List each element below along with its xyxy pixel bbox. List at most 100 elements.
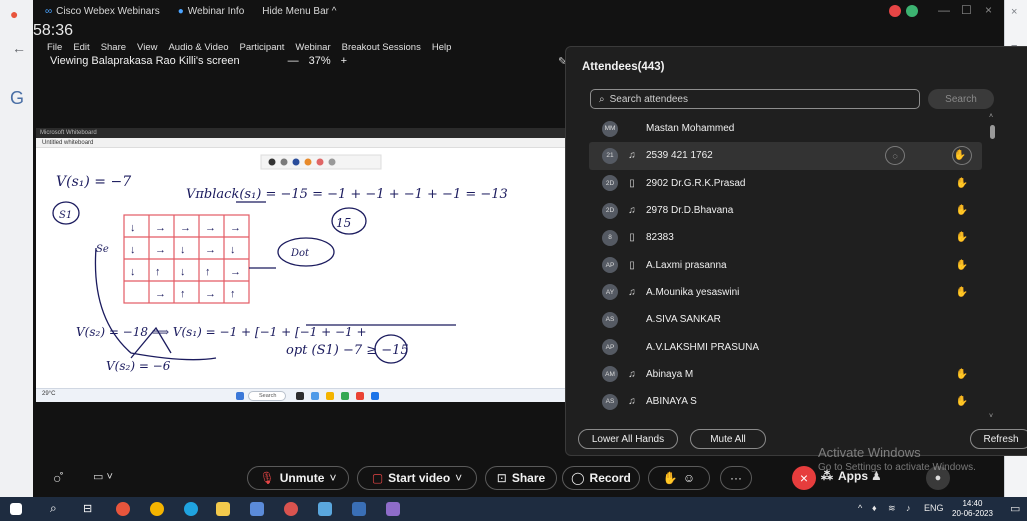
refresh-button[interactable]: Refresh: [970, 429, 1027, 449]
notifications-icon[interactable]: ▭: [1010, 502, 1020, 515]
raised-hand-icon[interactable]: ✋: [956, 260, 968, 271]
close-window-icon[interactable]: ×: [985, 3, 992, 17]
attendee-row[interactable]: AP A.V.LAKSHMI PRASUNA: [589, 333, 982, 360]
unmute-button[interactable]: 🎙 Unmute ˅: [247, 466, 349, 490]
raised-hand-icon[interactable]: ✋: [956, 369, 968, 380]
language-indicator[interactable]: ENG: [924, 503, 944, 513]
reload-icon[interactable]: G: [10, 88, 24, 109]
raised-hand-icon[interactable]: ✋: [954, 150, 966, 161]
search-icon[interactable]: ⌕: [50, 501, 57, 516]
task-view-icon[interactable]: ⊟: [83, 502, 92, 515]
edge-icon[interactable]: [184, 502, 198, 516]
emoji-icon[interactable]: ☺: [683, 471, 695, 485]
zoom-controls: — 37% +: [288, 55, 347, 67]
scroll-down-icon[interactable]: ˅: [989, 413, 993, 420]
chrome-icon[interactable]: [150, 502, 164, 516]
back-arrow-icon[interactable]: ←: [12, 40, 26, 56]
record-button[interactable]: ◯ Record: [562, 466, 640, 490]
shared-taskbar: 29°C Search: [36, 388, 573, 402]
connection-status-icon: [906, 5, 918, 17]
ink-text-s1: S1: [59, 210, 72, 221]
attendee-row[interactable]: AS A.SIVA SANKAR: [589, 306, 982, 333]
raise-hand-icon[interactable]: ✋: [663, 471, 678, 485]
attendee-name: Abinaya M: [646, 368, 694, 380]
scroll-thumb[interactable]: [990, 125, 995, 139]
recording-indicator-icon: [889, 5, 901, 17]
start-video-button[interactable]: ▢ Start video ˅: [357, 466, 477, 490]
zoom-in-button[interactable]: +: [341, 55, 347, 67]
more-options-button[interactable]: ···: [720, 466, 752, 490]
reactions-group[interactable]: ✋ ☺: [648, 466, 710, 490]
raised-hand-icon[interactable]: ✋: [956, 396, 968, 407]
headset-icon: ♫: [628, 396, 636, 408]
pen-blue-icon[interactable]: [292, 158, 300, 166]
edge-icon: [311, 392, 319, 400]
notepad-icon[interactable]: [250, 502, 264, 516]
pen-black-icon[interactable]: [268, 158, 276, 166]
minimize-icon[interactable]: —: [938, 3, 950, 17]
tray-chevron-icon[interactable]: ^: [858, 503, 862, 513]
pen-orange-icon[interactable]: [304, 158, 312, 166]
end-call-button[interactable]: ×: [792, 466, 816, 490]
captions-icon[interactable]: ▭ ˅: [93, 470, 113, 483]
attendee-row[interactable]: 8 ▯ 82383 ✋: [589, 224, 982, 251]
connection-icon[interactable]: ○̊: [53, 470, 61, 486]
raised-hand-icon[interactable]: ✋: [956, 287, 968, 298]
system-clock[interactable]: 14:40 20-06-2023: [952, 499, 993, 519]
webinar-info-button[interactable]: ● Webinar Info: [178, 6, 245, 17]
chat-bubble-icon[interactable]: ◌: [885, 146, 905, 166]
avatar: 2D: [602, 202, 618, 219]
attendee-row[interactable]: MM Mastan Mohammed: [589, 115, 982, 142]
file-explorer-icon[interactable]: [216, 502, 230, 516]
hide-menu-bar-button[interactable]: Hide Menu Bar ^: [262, 6, 336, 17]
svg-text:↓: ↓: [180, 266, 186, 278]
zoom-out-button[interactable]: —: [288, 55, 299, 67]
chevron-down-icon[interactable]: ˅: [455, 471, 462, 485]
attendee-row[interactable]: 2D ♫ 2978 Dr.D.Bhavana ✋: [589, 197, 982, 224]
attendee-row[interactable]: 21 ♫ 2539 421 1762 ◌ ✋: [589, 142, 982, 170]
volume-icon[interactable]: ♪: [906, 503, 911, 513]
chrome-profile-icon[interactable]: [284, 502, 298, 516]
raised-hand-icon[interactable]: ✋: [956, 232, 968, 243]
chevron-down-icon[interactable]: ˅: [329, 471, 336, 485]
attendee-row[interactable]: 2D ▯ 2902 Dr.G.R.K.Prasad ✋: [589, 170, 982, 197]
search-button[interactable]: Search: [928, 89, 994, 109]
attendee-scrollbar[interactable]: ˄ ˅: [989, 113, 996, 420]
attendee-row[interactable]: AY ♫ A.Mounika yesaswini ✋: [589, 279, 982, 306]
lower-all-hands-button[interactable]: Lower All Hands: [578, 429, 678, 449]
pen-gray-icon[interactable]: [280, 158, 288, 166]
close-icon[interactable]: ×: [1011, 6, 1017, 18]
background-browser-left: ● ← G: [0, 0, 33, 497]
firefox-icon: ●: [10, 6, 19, 22]
activate-windows-watermark: Activate Windows: [818, 445, 921, 460]
maximize-icon[interactable]: ☐: [961, 3, 972, 17]
svg-text:→: →: [205, 222, 216, 234]
pen-app-icon[interactable]: [386, 502, 400, 516]
attendee-row[interactable]: AP ▯ A.Laxmi prasanna ✋: [589, 251, 982, 278]
shared-search: Search: [248, 391, 286, 401]
wifi-icon[interactable]: ≋: [888, 503, 896, 514]
webex-taskbar-icon[interactable]: [352, 502, 366, 516]
share-button[interactable]: ⊡ Share: [485, 466, 557, 490]
attendee-row[interactable]: AM ♫ Abinaya M ✋: [589, 361, 982, 388]
eraser-icon[interactable]: [328, 158, 336, 166]
search-attendees-input[interactable]: ⌕ Search attendees: [590, 89, 920, 109]
shared-app-title: Microsoft Whiteboard: [36, 128, 573, 138]
windows-start-icon: [236, 392, 244, 400]
search-icon: ⌕: [599, 93, 605, 105]
usb-icon[interactable]: ♦: [872, 503, 877, 513]
svg-text:→: →: [205, 244, 216, 256]
raised-hand-icon[interactable]: ✋: [956, 205, 968, 216]
mute-all-button[interactable]: Mute All: [690, 429, 766, 449]
highlighter-icon[interactable]: [316, 158, 324, 166]
svg-text:↓: ↓: [130, 244, 136, 256]
windows-start-icon[interactable]: [10, 503, 22, 515]
firefox-icon[interactable]: [116, 502, 130, 516]
raised-hand-icon[interactable]: ✋: [956, 178, 968, 189]
scroll-up-icon[interactable]: ˄: [989, 113, 993, 120]
photos-icon[interactable]: [318, 502, 332, 516]
ink-text-opt: opt (S1) −7 ≥ −15: [286, 343, 409, 358]
attendee-name: A.SIVA SANKAR: [646, 314, 721, 326]
avatar: 2D: [602, 175, 618, 192]
attendee-row[interactable]: AS ♫ ABINAYA S ✋: [589, 388, 982, 415]
